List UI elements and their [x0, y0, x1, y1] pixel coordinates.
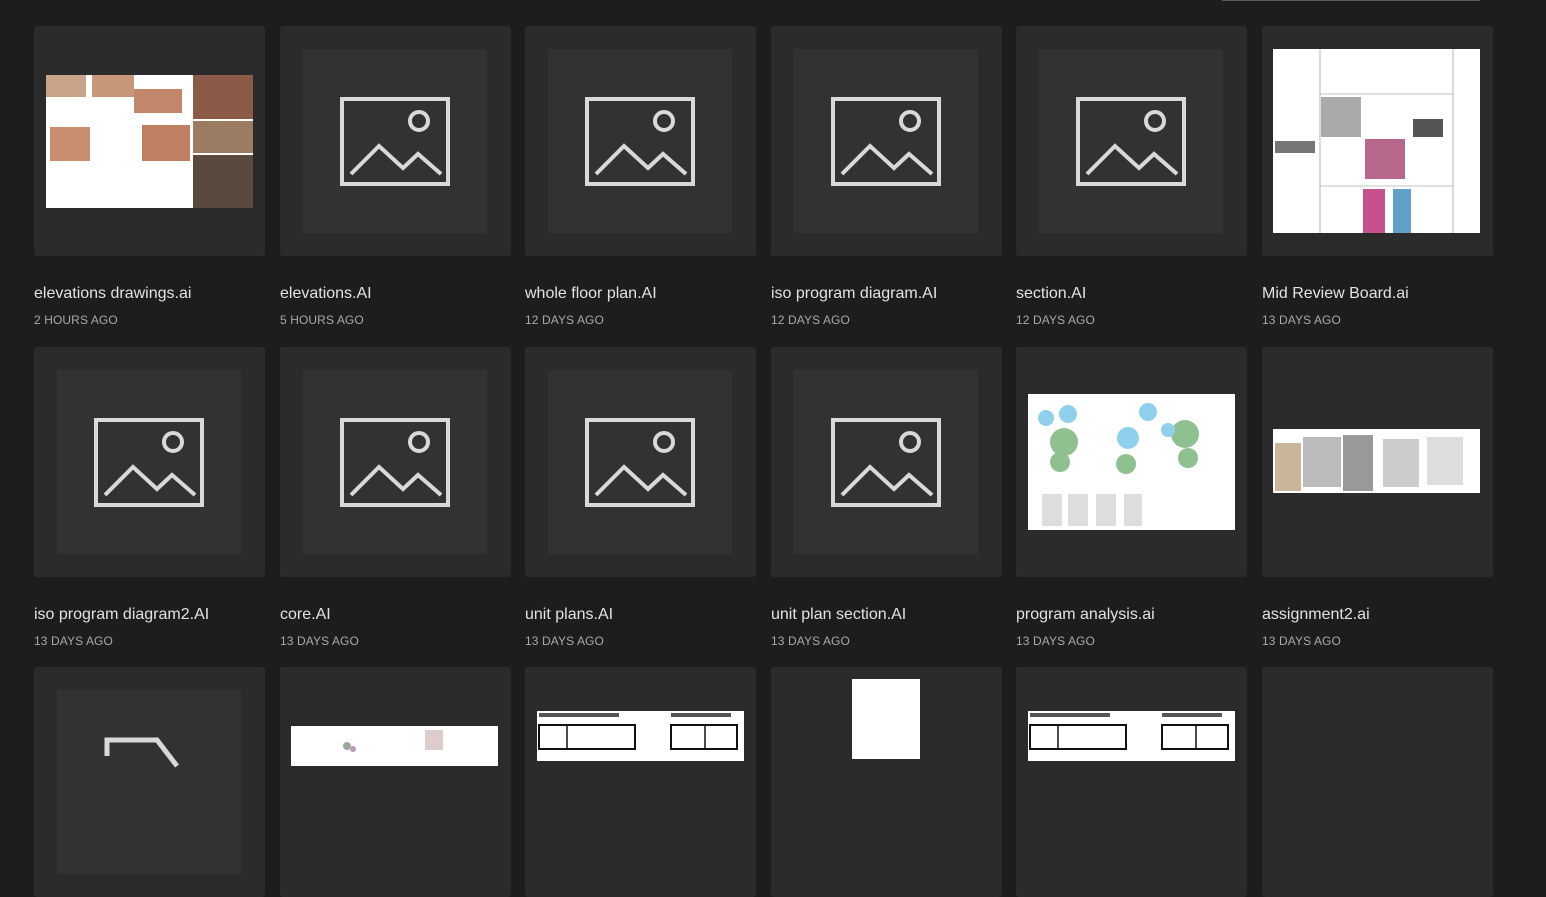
unit-plan-preview-image [537, 711, 744, 761]
file-thumbnail[interactable] [1262, 26, 1493, 256]
file-modified-time: 13 DAYS AGO [1262, 634, 1341, 648]
site-preview-image [291, 726, 498, 766]
file-card[interactable]: program analysis.ai 13 DAYS AGO [1016, 347, 1247, 648]
file-card[interactable] [280, 667, 511, 897]
file-card[interactable]: elevations drawings.ai 2 HOURS AGO [34, 26, 265, 327]
image-placeholder-icon [340, 418, 450, 507]
unit-plan-preview-image [1028, 711, 1235, 761]
file-modified-time: 12 DAYS AGO [1016, 313, 1095, 327]
section-preview-image [852, 679, 920, 759]
file-modified-time: 13 DAYS AGO [525, 634, 604, 648]
file-name[interactable]: whole floor plan.AI [525, 285, 765, 303]
file-card[interactable] [771, 667, 1002, 897]
file-modified-time: 12 DAYS AGO [525, 313, 604, 327]
file-thumbnail[interactable] [1262, 347, 1493, 577]
file-thumbnail[interactable] [34, 347, 265, 577]
file-modified-time: 2 HOURS AGO [34, 313, 118, 327]
file-card[interactable]: iso program diagram2.AI 13 DAYS AGO [34, 347, 265, 648]
file-icon [104, 737, 179, 768]
file-name[interactable]: program analysis.ai [1016, 606, 1256, 624]
file-thumbnail[interactable] [1016, 667, 1247, 897]
file-thumbnail[interactable] [1016, 26, 1247, 256]
file-card[interactable] [34, 667, 265, 897]
assignment-preview-image [1273, 429, 1480, 493]
file-card[interactable] [1262, 667, 1493, 897]
image-placeholder-icon [831, 97, 941, 186]
file-card[interactable] [525, 667, 756, 897]
file-card[interactable]: elevations.AI 5 HOURS AGO [280, 26, 511, 327]
file-modified-time: 13 DAYS AGO [280, 634, 359, 648]
image-placeholder-icon [340, 97, 450, 186]
file-thumbnail[interactable] [771, 26, 1002, 256]
file-name[interactable]: iso program diagram.AI [771, 285, 1011, 303]
file-card[interactable]: section.AI 12 DAYS AGO [1016, 26, 1247, 327]
file-modified-time: 13 DAYS AGO [1016, 634, 1095, 648]
file-card[interactable]: assignment2.ai 13 DAYS AGO [1262, 347, 1493, 648]
file-card[interactable]: unit plan section.AI 13 DAYS AGO [771, 347, 1002, 648]
file-card[interactable]: unit plans.AI 13 DAYS AGO [525, 347, 756, 648]
file-name[interactable]: unit plan section.AI [771, 606, 1011, 624]
program-analysis-preview-image [1028, 394, 1235, 530]
file-name[interactable]: elevations.AI [280, 285, 520, 303]
file-modified-time: 12 DAYS AGO [771, 313, 850, 327]
file-thumbnail[interactable] [525, 667, 756, 897]
file-modified-time: 13 DAYS AGO [771, 634, 850, 648]
image-placeholder-icon [1076, 97, 1186, 186]
file-card[interactable]: whole floor plan.AI 12 DAYS AGO [525, 26, 756, 327]
file-modified-time: 13 DAYS AGO [34, 634, 113, 648]
file-card[interactable]: Mid Review Board.ai 13 DAYS AGO [1262, 26, 1493, 327]
image-placeholder-icon [94, 418, 204, 507]
file-thumbnail[interactable] [525, 26, 756, 256]
elevations-preview-image [46, 75, 253, 208]
file-thumbnail[interactable] [280, 667, 511, 897]
file-thumbnail[interactable] [771, 347, 1002, 577]
file-card[interactable] [1016, 667, 1247, 897]
file-card[interactable]: iso program diagram.AI 12 DAYS AGO [771, 26, 1002, 327]
file-thumbnail[interactable] [280, 26, 511, 256]
image-placeholder-icon [831, 418, 941, 507]
file-name[interactable]: Mid Review Board.ai [1262, 285, 1502, 303]
file-thumbnail[interactable] [34, 26, 265, 256]
file-thumbnail[interactable] [34, 667, 265, 897]
file-name[interactable]: iso program diagram2.AI [34, 606, 274, 624]
file-name[interactable]: section.AI [1016, 285, 1256, 303]
file-grid: elevations drawings.ai 2 HOURS AGO eleva… [0, 0, 1546, 897]
file-thumbnail[interactable] [525, 347, 756, 577]
file-name[interactable]: unit plans.AI [525, 606, 765, 624]
file-modified-time: 5 HOURS AGO [280, 313, 364, 327]
file-card[interactable]: core.AI 13 DAYS AGO [280, 347, 511, 648]
file-thumbnail[interactable] [771, 667, 1002, 897]
image-placeholder-icon [585, 418, 695, 507]
file-thumbnail[interactable] [1262, 667, 1493, 897]
file-name[interactable]: elevations drawings.ai [34, 285, 274, 303]
file-thumbnail[interactable] [280, 347, 511, 577]
file-name[interactable]: assignment2.ai [1262, 606, 1502, 624]
file-name[interactable]: core.AI [280, 606, 520, 624]
board-preview-image [1273, 49, 1480, 233]
file-modified-time: 13 DAYS AGO [1262, 313, 1341, 327]
file-thumbnail[interactable] [1016, 347, 1247, 577]
image-placeholder-icon [585, 97, 695, 186]
